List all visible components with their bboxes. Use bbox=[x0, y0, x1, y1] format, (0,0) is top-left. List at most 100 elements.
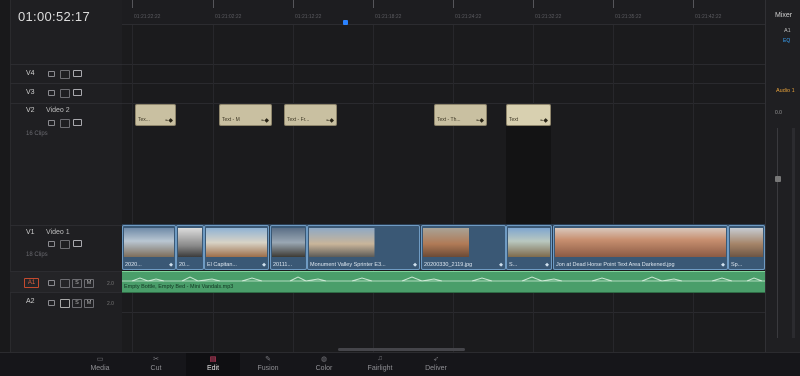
clip-label: 20... bbox=[179, 262, 190, 268]
ruler-tick-label: 01:21:02:22 bbox=[215, 14, 242, 20]
clip-thumbnail bbox=[206, 228, 267, 257]
video-clip[interactable]: S... ◆ bbox=[506, 225, 552, 270]
video-clip[interactable]: Jon at Dead Horse Point Text Area Darken… bbox=[553, 225, 728, 270]
audio-clip-label: Empty Bottle, Empty Bed - Mini Vandals.m… bbox=[124, 284, 234, 290]
track-title[interactable]: Video 2 bbox=[46, 107, 70, 114]
page-fusion[interactable]: ✎ Fusion bbox=[248, 353, 288, 376]
page-fairlight[interactable]: ♫ Fairlight bbox=[360, 353, 400, 376]
track-header-a2[interactable]: A2 S M 2.0 bbox=[10, 292, 122, 312]
page-label: Edit bbox=[206, 365, 220, 372]
keyframe-icon: ◆ bbox=[721, 262, 725, 268]
eq-button[interactable]: EQ bbox=[783, 38, 790, 44]
ruler-tick bbox=[373, 0, 374, 8]
keyframe-icon: ⌁◆ bbox=[475, 118, 484, 124]
ruler-tick bbox=[293, 0, 294, 8]
auto-select-icon[interactable] bbox=[60, 279, 70, 288]
lock-icon[interactable] bbox=[48, 241, 55, 247]
page-color[interactable]: ◍ Color bbox=[304, 353, 344, 376]
lock-icon[interactable] bbox=[48, 90, 55, 96]
lock-icon[interactable] bbox=[48, 71, 55, 77]
clip-thumbnail bbox=[124, 228, 174, 257]
video-clip[interactable]: Sp... bbox=[728, 225, 765, 270]
video-clip[interactable]: 2020... ◆ bbox=[122, 225, 176, 270]
title-clip[interactable]: Text - Th... ⌁◆ bbox=[434, 104, 487, 126]
mute-button[interactable]: M bbox=[84, 299, 94, 308]
solo-button[interactable]: S bbox=[72, 279, 82, 288]
track-visibility-icon[interactable] bbox=[73, 89, 82, 96]
page-deliver[interactable]: ➶ Deliver bbox=[416, 353, 456, 376]
color-icon: ◍ bbox=[320, 356, 328, 363]
track-name[interactable]: A1 bbox=[24, 278, 39, 288]
clip-label: 2020... bbox=[125, 262, 142, 268]
lock-icon[interactable] bbox=[48, 280, 55, 286]
video-clip[interactable]: 20200330_2119.jpg ◆ bbox=[421, 225, 506, 270]
clip-label: Text bbox=[509, 117, 519, 123]
clip-thumbnail bbox=[730, 228, 763, 257]
auto-select-icon[interactable] bbox=[60, 119, 70, 128]
clip-label: Tex... bbox=[138, 117, 150, 123]
video-clip[interactable]: El Capitan... ◆ bbox=[204, 225, 269, 270]
track-header-v4[interactable]: V4 bbox=[10, 64, 122, 83]
track-volume: 2.0 bbox=[107, 301, 114, 307]
ruler-tick bbox=[213, 0, 214, 8]
mixer-channel-label: A1 bbox=[784, 28, 791, 34]
timeline-ruler[interactable]: 01:21:22:22 01:21:02:22 01:21:12:22 01:21:1… bbox=[122, 0, 765, 25]
title-clip[interactable]: Text - M ⌁◆ bbox=[219, 104, 272, 126]
mute-button[interactable]: M bbox=[84, 279, 94, 288]
solo-button[interactable]: S bbox=[72, 299, 82, 308]
title-clip[interactable]: Tex... ⌁◆ bbox=[135, 104, 176, 126]
page-navigation-bar: ▭ Media ✂ Cut ▤ Edit ✎ Fusion ◍ Color ♫ … bbox=[0, 352, 800, 376]
page-cut[interactable]: ✂ Cut bbox=[136, 353, 176, 376]
auto-select-icon[interactable] bbox=[60, 240, 70, 249]
lock-icon[interactable] bbox=[48, 300, 55, 306]
page-label: Cut bbox=[150, 365, 162, 372]
clip-label: Text - Fr... bbox=[287, 117, 310, 123]
horizontal-scrollbar[interactable] bbox=[338, 348, 465, 351]
clip-thumbnail bbox=[555, 228, 726, 257]
page-media[interactable]: ▭ Media bbox=[80, 353, 120, 376]
ruler-tick bbox=[132, 0, 133, 8]
page-edit[interactable]: ▤ Edit bbox=[186, 353, 240, 376]
track-header-a1[interactable]: A1 S M 2.0 bbox=[10, 271, 122, 292]
edit-icon: ▤ bbox=[209, 356, 217, 363]
lock-icon[interactable] bbox=[48, 120, 55, 126]
auto-select-icon[interactable] bbox=[60, 299, 70, 308]
volume-fader[interactable] bbox=[775, 176, 781, 182]
clip-label: Text - M bbox=[222, 117, 240, 123]
track-visibility-icon[interactable] bbox=[73, 119, 82, 126]
video-clip[interactable]: Monument Valley Sprinter E3... ◆ bbox=[307, 225, 420, 270]
page-label: Color bbox=[315, 365, 333, 372]
clip-label: S... bbox=[509, 262, 518, 268]
keyframe-icon: ◆ bbox=[169, 262, 173, 268]
track-visibility-icon[interactable] bbox=[73, 240, 82, 247]
grid-line bbox=[132, 25, 133, 352]
track-visibility-icon[interactable] bbox=[73, 70, 82, 77]
ruler-tick-label: 01:21:12:22 bbox=[295, 14, 322, 20]
ruler-tick-label: 01:21:32:22 bbox=[535, 14, 562, 20]
timeline-grid bbox=[122, 25, 765, 352]
title-clip[interactable]: Text ⌁◆ bbox=[506, 104, 551, 126]
video-clip[interactable]: 20... bbox=[176, 225, 204, 270]
auto-select-icon[interactable] bbox=[60, 70, 70, 79]
title-clip[interactable]: Text - Fr... ⌁◆ bbox=[284, 104, 337, 126]
track-volume: 2.0 bbox=[107, 281, 114, 287]
keyframe-icon: ⌁◆ bbox=[164, 118, 173, 124]
grid-line bbox=[693, 25, 694, 352]
grid-line bbox=[453, 25, 454, 352]
auto-select-icon[interactable] bbox=[60, 89, 70, 98]
track-header-v3[interactable]: V3 bbox=[10, 83, 122, 103]
ruler-tick-label: 01:21:35:22 bbox=[615, 14, 642, 20]
track-divider bbox=[122, 83, 765, 84]
keyframe-icon: ◆ bbox=[413, 262, 417, 268]
ruler-tick bbox=[533, 0, 534, 8]
keyframe-icon: ⌁◆ bbox=[260, 118, 269, 124]
track-header-v1[interactable]: V1 Video 1 18 Clips bbox=[10, 225, 122, 271]
clip-label: 20111... bbox=[273, 262, 293, 268]
track-header-v2[interactable]: V2 Video 2 16 Clips bbox=[10, 103, 122, 225]
gap-region bbox=[506, 126, 551, 224]
video-clip[interactable]: 20111... bbox=[270, 225, 307, 270]
track-name: V1 bbox=[26, 229, 35, 236]
mixer-title: Mixer bbox=[775, 12, 793, 19]
track-title[interactable]: Video 1 bbox=[46, 229, 70, 236]
track-name: A2 bbox=[26, 298, 35, 305]
